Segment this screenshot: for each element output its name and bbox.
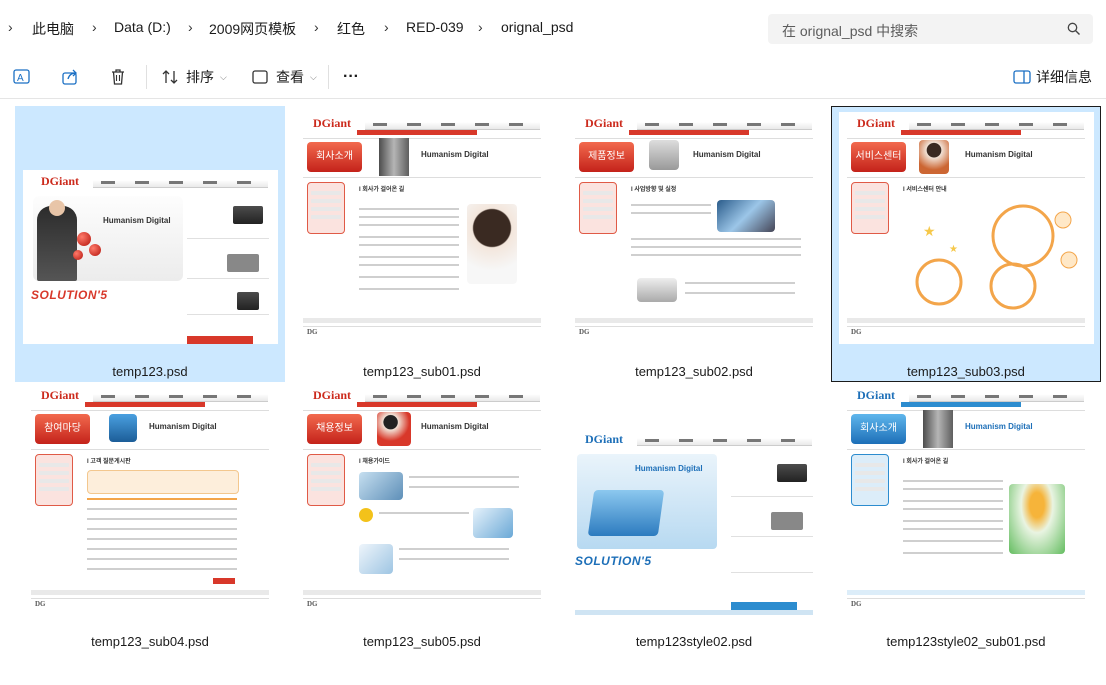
svg-text:★: ★ [923, 223, 936, 239]
chevron-right-icon[interactable]: › [188, 19, 193, 35]
section-title: I 채용가이드 [359, 459, 390, 465]
logo: DGiant [857, 116, 896, 130]
rename-button[interactable]: A [12, 64, 32, 90]
file-thumbnail: DGiant 회사소개 Humanism Digital I 회사가 걸어온 길… [295, 112, 550, 344]
banner-label: 서비스센터 [851, 142, 906, 172]
logo: DGiant [585, 116, 624, 130]
logo: DGiant [41, 174, 80, 188]
file-tile[interactable]: DGiant Humanism Digital SOLUTION'5 temp1… [559, 384, 829, 660]
logo: DGiant [585, 432, 624, 446]
section-title: I 회사가 걸어온 길 [903, 459, 949, 465]
file-thumbnail: DGiant 제품정보 Humanism Digital I 사업방향 및 실정… [567, 112, 822, 344]
file-thumbnail: DGiant 채용정보 Humanism Digital I 채용가이드 DG [295, 384, 550, 616]
svg-text:A: A [17, 73, 24, 84]
file-name: temp123_sub02.psd [635, 364, 753, 379]
file-name: temp123_sub04.psd [91, 634, 209, 649]
file-thumbnail: DGiant Humanism Digital SOLUTION'5 [567, 384, 822, 616]
file-tile[interactable]: DGiant Humanism Digital SOLUTION'5 DG t [15, 106, 285, 382]
section-title: I 서비스센터 안내 [903, 187, 947, 193]
search-input[interactable]: 在 orignal_psd 中搜索 [768, 14, 1093, 44]
toolbar-divider [146, 65, 147, 89]
address-bar: › 此电脑 › Data (D:) › 2009网页模板 › 红色 › RED-… [0, 0, 1106, 56]
sort-icon [162, 70, 178, 84]
solution-text: SOLUTION'5 [575, 554, 652, 568]
chevron-right-icon[interactable]: › [314, 19, 319, 35]
section-title: I 회사가 걸어온 길 [359, 187, 405, 193]
file-name: temp123_sub01.psd [363, 364, 481, 379]
banner-label: 회사소개 [851, 414, 906, 444]
file-tile[interactable]: DGiant 제품정보 Humanism Digital I 사업방향 및 실정… [559, 106, 829, 382]
sort-button[interactable]: 排序 ⌵ [160, 64, 227, 90]
file-tile[interactable]: DGiant 회사소개 Humanism Digital I 회사가 걸어온 길… [287, 106, 557, 382]
banner-label: 제품정보 [579, 142, 634, 172]
chevron-down-icon: ⌵ [220, 71, 227, 82]
file-thumbnail: DGiant Humanism Digital SOLUTION'5 DG [23, 112, 278, 344]
banner-label: 회사소개 [307, 142, 362, 172]
details-label: 详细信息 [1036, 69, 1092, 85]
logo: DGiant [313, 388, 352, 402]
command-bar: A 排序 ⌵ 查看 ⌵ ··· 详细信息 [0, 56, 1106, 99]
view-label: 查看 [276, 69, 304, 85]
file-name: temp123style02_sub01.psd [886, 634, 1046, 649]
breadcrumb-data-d[interactable]: Data (D:) [114, 19, 171, 35]
breadcrumb-2009-templates[interactable]: 2009网页模板 [209, 19, 296, 39]
solution-text: SOLUTION'5 [31, 288, 108, 302]
breadcrumb-this-pc[interactable]: 此电脑 [32, 19, 74, 39]
rename-icon: A [13, 69, 30, 84]
file-name: temp123.psd [112, 364, 188, 379]
slogan: Humanism Digital [693, 150, 761, 159]
chevron-right-icon[interactable]: › [92, 19, 97, 35]
details-pane-icon [1013, 70, 1031, 84]
sort-label: 排序 [186, 69, 214, 85]
slogan: Humanism Digital [149, 422, 217, 431]
slogan: Humanism Digital [965, 422, 1033, 431]
file-name: temp123style02.psd [635, 634, 753, 649]
chevron-right-icon[interactable]: › [384, 19, 389, 35]
share-button[interactable] [60, 64, 80, 90]
file-name: temp123_sub05.psd [363, 634, 481, 649]
file-tile[interactable]: DGiant 회사소개 Humanism Digital I 회사가 걸어온 길… [831, 384, 1101, 660]
chevron-down-icon: ⌵ [310, 71, 317, 82]
breadcrumb-orignal-psd[interactable]: orignal_psd [501, 19, 573, 35]
share-icon [62, 69, 77, 85]
slogan: Humanism Digital [421, 422, 489, 431]
banner-label: 채용정보 [307, 414, 362, 444]
slogan: Humanism Digital [965, 150, 1033, 159]
file-thumbnail: DGiant 서비스센터 Humanism Digital I 서비스센터 안내… [839, 112, 1094, 344]
toolbar-divider [328, 65, 329, 89]
delete-button[interactable] [108, 64, 128, 90]
file-name: temp123_sub03.psd [907, 364, 1025, 379]
logo: DGiant [857, 388, 896, 402]
section-title: I 고객 질문게시판 [87, 459, 131, 465]
file-thumbnail: DGiant 참여마당 Humanism Digital I 고객 질문게시판 … [23, 384, 278, 616]
trash-icon [112, 69, 124, 85]
file-tile[interactable]: DGiant 채용정보 Humanism Digital I 채용가이드 DG … [287, 384, 557, 660]
view-button[interactable]: 查看 ⌵ [250, 64, 317, 90]
chevron-right-icon[interactable]: › [8, 19, 13, 35]
logo: DGiant [313, 116, 352, 130]
breadcrumb-red-039[interactable]: RED-039 [406, 19, 464, 35]
slogan: Humanism Digital [635, 464, 703, 473]
service-diagram: ★ ★ [915, 204, 1078, 310]
more-options-button[interactable]: ··· [343, 64, 359, 90]
slogan: Humanism Digital [421, 150, 489, 159]
file-thumbnail: DGiant 회사소개 Humanism Digital I 회사가 걸어온 길… [839, 384, 1094, 616]
search-icon[interactable] [1067, 22, 1081, 36]
chevron-right-icon[interactable]: › [478, 19, 483, 35]
slogan: Humanism Digital [103, 216, 171, 225]
section-title: I 사업방향 및 실정 [631, 187, 677, 193]
breadcrumb-red[interactable]: 红色 [337, 19, 365, 39]
file-tile[interactable]: DGiant 서비스센터 Humanism Digital I 서비스센터 안내… [831, 106, 1101, 382]
view-icon [252, 70, 268, 84]
logo: DGiant [41, 388, 80, 402]
file-tile[interactable]: DGiant 참여마당 Humanism Digital I 고객 질문게시판 … [15, 384, 285, 660]
svg-text:★: ★ [949, 244, 958, 255]
more-icon: ··· [343, 68, 359, 85]
search-placeholder: 在 orignal_psd 中搜索 [782, 23, 919, 39]
banner-label: 참여마당 [35, 414, 90, 444]
details-pane-button[interactable]: 详细信息 [1012, 64, 1092, 90]
